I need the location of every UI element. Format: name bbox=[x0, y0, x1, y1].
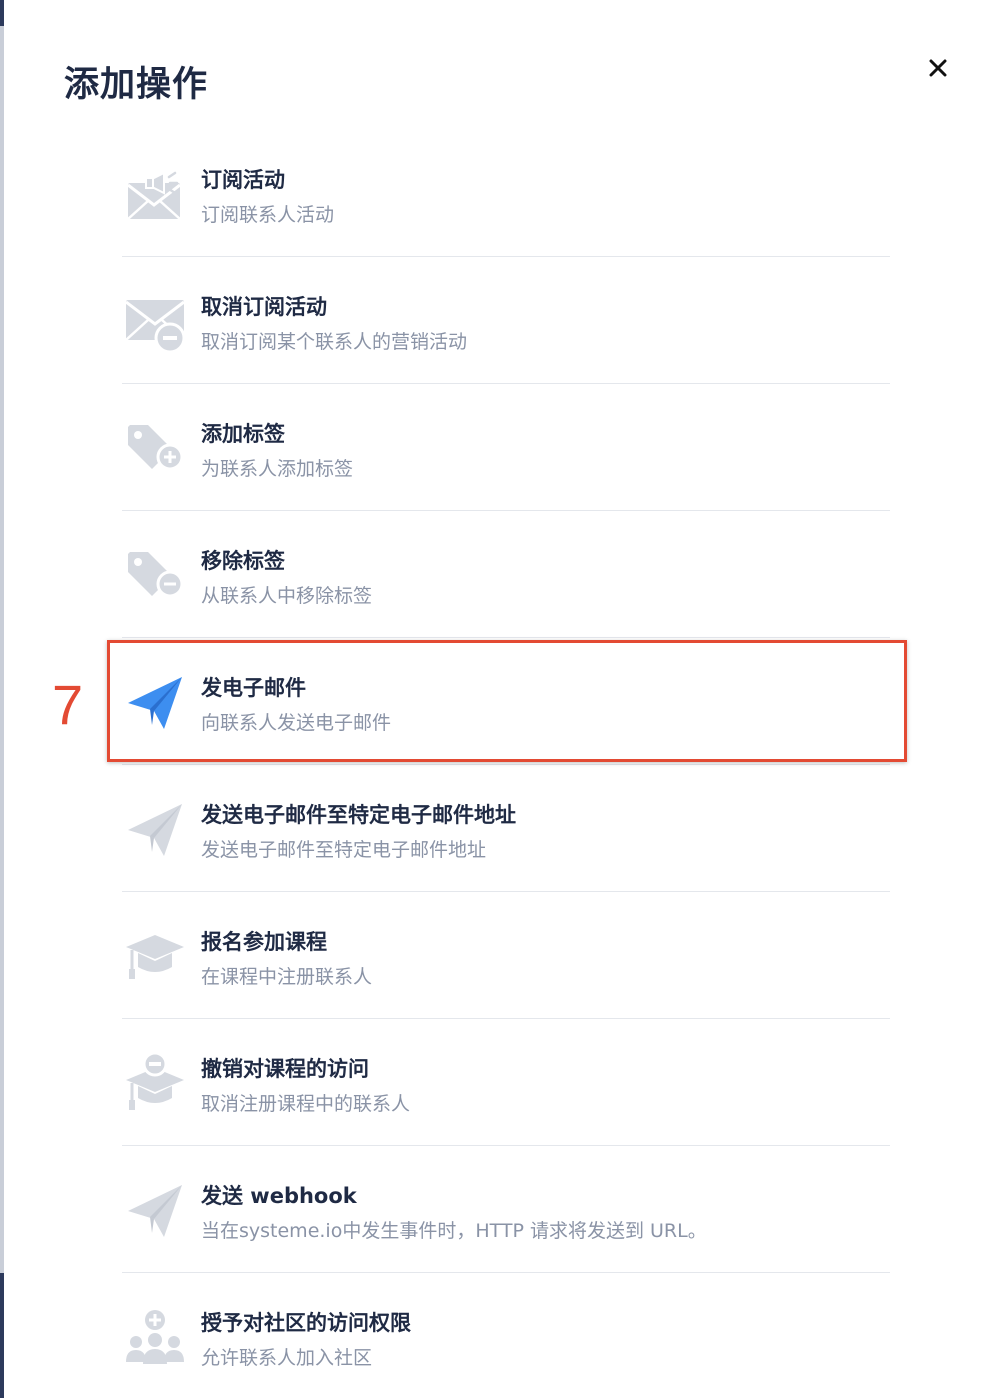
tag-minus-icon bbox=[124, 544, 186, 606]
action-description: 当在systeme.io中发生事件时，HTTP 请求将发送到 URL。 bbox=[201, 1220, 707, 1242]
community-plus-icon bbox=[124, 1306, 186, 1368]
action-item-subscribe-campaign[interactable]: 订阅活动 订阅联系人活动 bbox=[122, 130, 890, 257]
step-number-annotation: 7 bbox=[52, 673, 84, 736]
action-name: 订阅活动 bbox=[201, 168, 285, 192]
graduation-cap-minus-icon bbox=[124, 1052, 186, 1114]
action-name: 发送 webhook bbox=[201, 1184, 357, 1208]
action-name: 移除标签 bbox=[201, 549, 285, 573]
action-name: 授予对社区的访问权限 bbox=[201, 1311, 411, 1335]
close-icon bbox=[929, 59, 947, 77]
tag-plus-icon bbox=[124, 417, 186, 479]
action-item-revoke-course-access[interactable]: 撤销对课程的访问 取消注册课程中的联系人 bbox=[122, 1019, 890, 1146]
action-item-grant-community-access[interactable]: 授予对社区的访问权限 允许联系人加入社区 bbox=[122, 1273, 890, 1399]
action-name: 添加标签 bbox=[201, 422, 285, 446]
close-button[interactable] bbox=[922, 52, 954, 84]
action-description: 取消订阅某个联系人的营销活动 bbox=[201, 331, 468, 353]
action-description: 订阅联系人活动 bbox=[201, 204, 335, 226]
action-name: 撤销对课程的访问 bbox=[201, 1057, 369, 1081]
action-name: 取消订阅活动 bbox=[201, 295, 327, 319]
action-name: 发送电子邮件至特定电子邮件地址 bbox=[201, 803, 516, 827]
highlight-box bbox=[107, 640, 907, 762]
paper-plane-icon bbox=[124, 798, 186, 860]
action-description: 为联系人添加标签 bbox=[201, 458, 354, 480]
action-description: 允许联系人加入社区 bbox=[201, 1347, 373, 1369]
action-name: 报名参加课程 bbox=[201, 930, 327, 954]
paper-plane-icon bbox=[124, 1179, 186, 1241]
action-description: 在课程中注册联系人 bbox=[201, 966, 373, 988]
megaphone-envelope-icon bbox=[124, 163, 186, 225]
action-item-unsubscribe-campaign[interactable]: 取消订阅活动 取消订阅某个联系人的营销活动 bbox=[122, 257, 890, 384]
action-item-add-tag[interactable]: 添加标签 为联系人添加标签 bbox=[122, 384, 890, 511]
action-item-remove-tag[interactable]: 移除标签 从联系人中移除标签 bbox=[122, 511, 890, 638]
action-item-enroll-course[interactable]: 报名参加课程 在课程中注册联系人 bbox=[122, 892, 890, 1019]
envelope-minus-icon bbox=[124, 290, 186, 352]
modal-title: 添加操作 bbox=[64, 65, 209, 105]
action-list: 订阅活动 订阅联系人活动 取消订阅活动 取消订阅某个联系人的营销活动 添加标签 … bbox=[122, 130, 890, 1399]
action-description: 发送电子邮件至特定电子邮件地址 bbox=[201, 839, 487, 861]
action-item-send-webhook[interactable]: 发送 webhook 当在systeme.io中发生事件时，HTTP 请求将发送… bbox=[122, 1146, 890, 1273]
graduation-cap-icon bbox=[124, 925, 186, 987]
action-item-send-email-to-address[interactable]: 发送电子邮件至特定电子邮件地址 发送电子邮件至特定电子邮件地址 bbox=[122, 765, 890, 892]
action-description: 取消注册课程中的联系人 bbox=[201, 1093, 411, 1115]
action-description: 从联系人中移除标签 bbox=[201, 585, 373, 607]
